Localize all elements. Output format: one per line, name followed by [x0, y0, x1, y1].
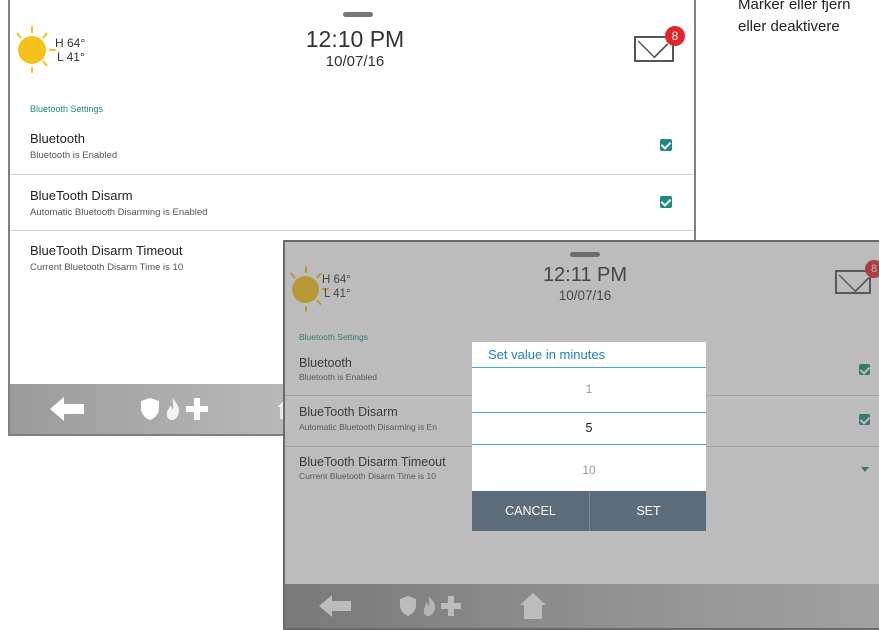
plus-icon[interactable] [186, 398, 208, 420]
dialog-title: Set value in minutes [488, 347, 606, 362]
picker-selection-line-bottom [472, 444, 706, 445]
drawer-handle[interactable] [343, 12, 373, 17]
setting-title: Bluetooth [30, 131, 85, 146]
caption-line-2: eller deaktivere [738, 18, 840, 35]
clock: 12:10 PM 10/07/16 [280, 26, 430, 72]
set-button[interactable]: SET [590, 491, 707, 531]
clock-date: 10/07/16 [325, 53, 385, 70]
section-label: Bluetooth Settings [30, 104, 104, 114]
picker-value-selected[interactable]: 5 [472, 421, 706, 435]
caption-line-1: Marker eller fjern [738, 0, 851, 13]
message-count-badge: 8 [665, 26, 685, 46]
picker-value-next[interactable]: 10 [472, 463, 706, 477]
setting-subtitle: Bluetooth is Enabled [30, 150, 118, 161]
setting-subtitle: Automatic Bluetooth Disarming is Enabled [30, 207, 208, 218]
dialog-divider [472, 367, 706, 368]
temp-high: H 64° [55, 36, 86, 50]
set-minutes-dialog: Set value in minutes 1 5 10 CANCEL SET [472, 342, 706, 531]
sun-icon [12, 26, 58, 73]
setting-subtitle: Current Bluetooth Disarm Time is 10 [30, 262, 184, 273]
clock-time: 12:10 PM [305, 26, 405, 52]
back-arrow-icon[interactable] [50, 396, 86, 422]
temp-low: L 41° [57, 50, 85, 64]
picker-selection-line-top [472, 412, 706, 413]
mail-button[interactable]: 8 [634, 26, 690, 66]
dialog-button-bar: CANCEL SET [472, 491, 706, 531]
setting-title: BlueTooth Disarm Timeout [30, 243, 183, 258]
checkbox-checked[interactable] [660, 139, 672, 151]
picker-value-prev[interactable]: 1 [472, 382, 706, 396]
setting-row-bluetooth[interactable]: Bluetooth Bluetooth is Enabled [10, 118, 694, 175]
panel-screen-2: H 64° L 41° 12:11 PM 10/07/16 8 Bluetoot… [283, 240, 879, 630]
setting-title: BlueTooth Disarm [30, 188, 133, 203]
fire-icon[interactable] [164, 397, 182, 421]
checkbox-checked[interactable] [660, 196, 672, 208]
cancel-button[interactable]: CANCEL [472, 491, 589, 531]
setting-row-bluetooth-disarm[interactable]: BlueTooth Disarm Automatic Bluetooth Dis… [10, 175, 694, 231]
instruction-caption: Marker eller fjern eller deaktivere [738, 0, 879, 38]
shield-icon[interactable] [140, 397, 160, 421]
